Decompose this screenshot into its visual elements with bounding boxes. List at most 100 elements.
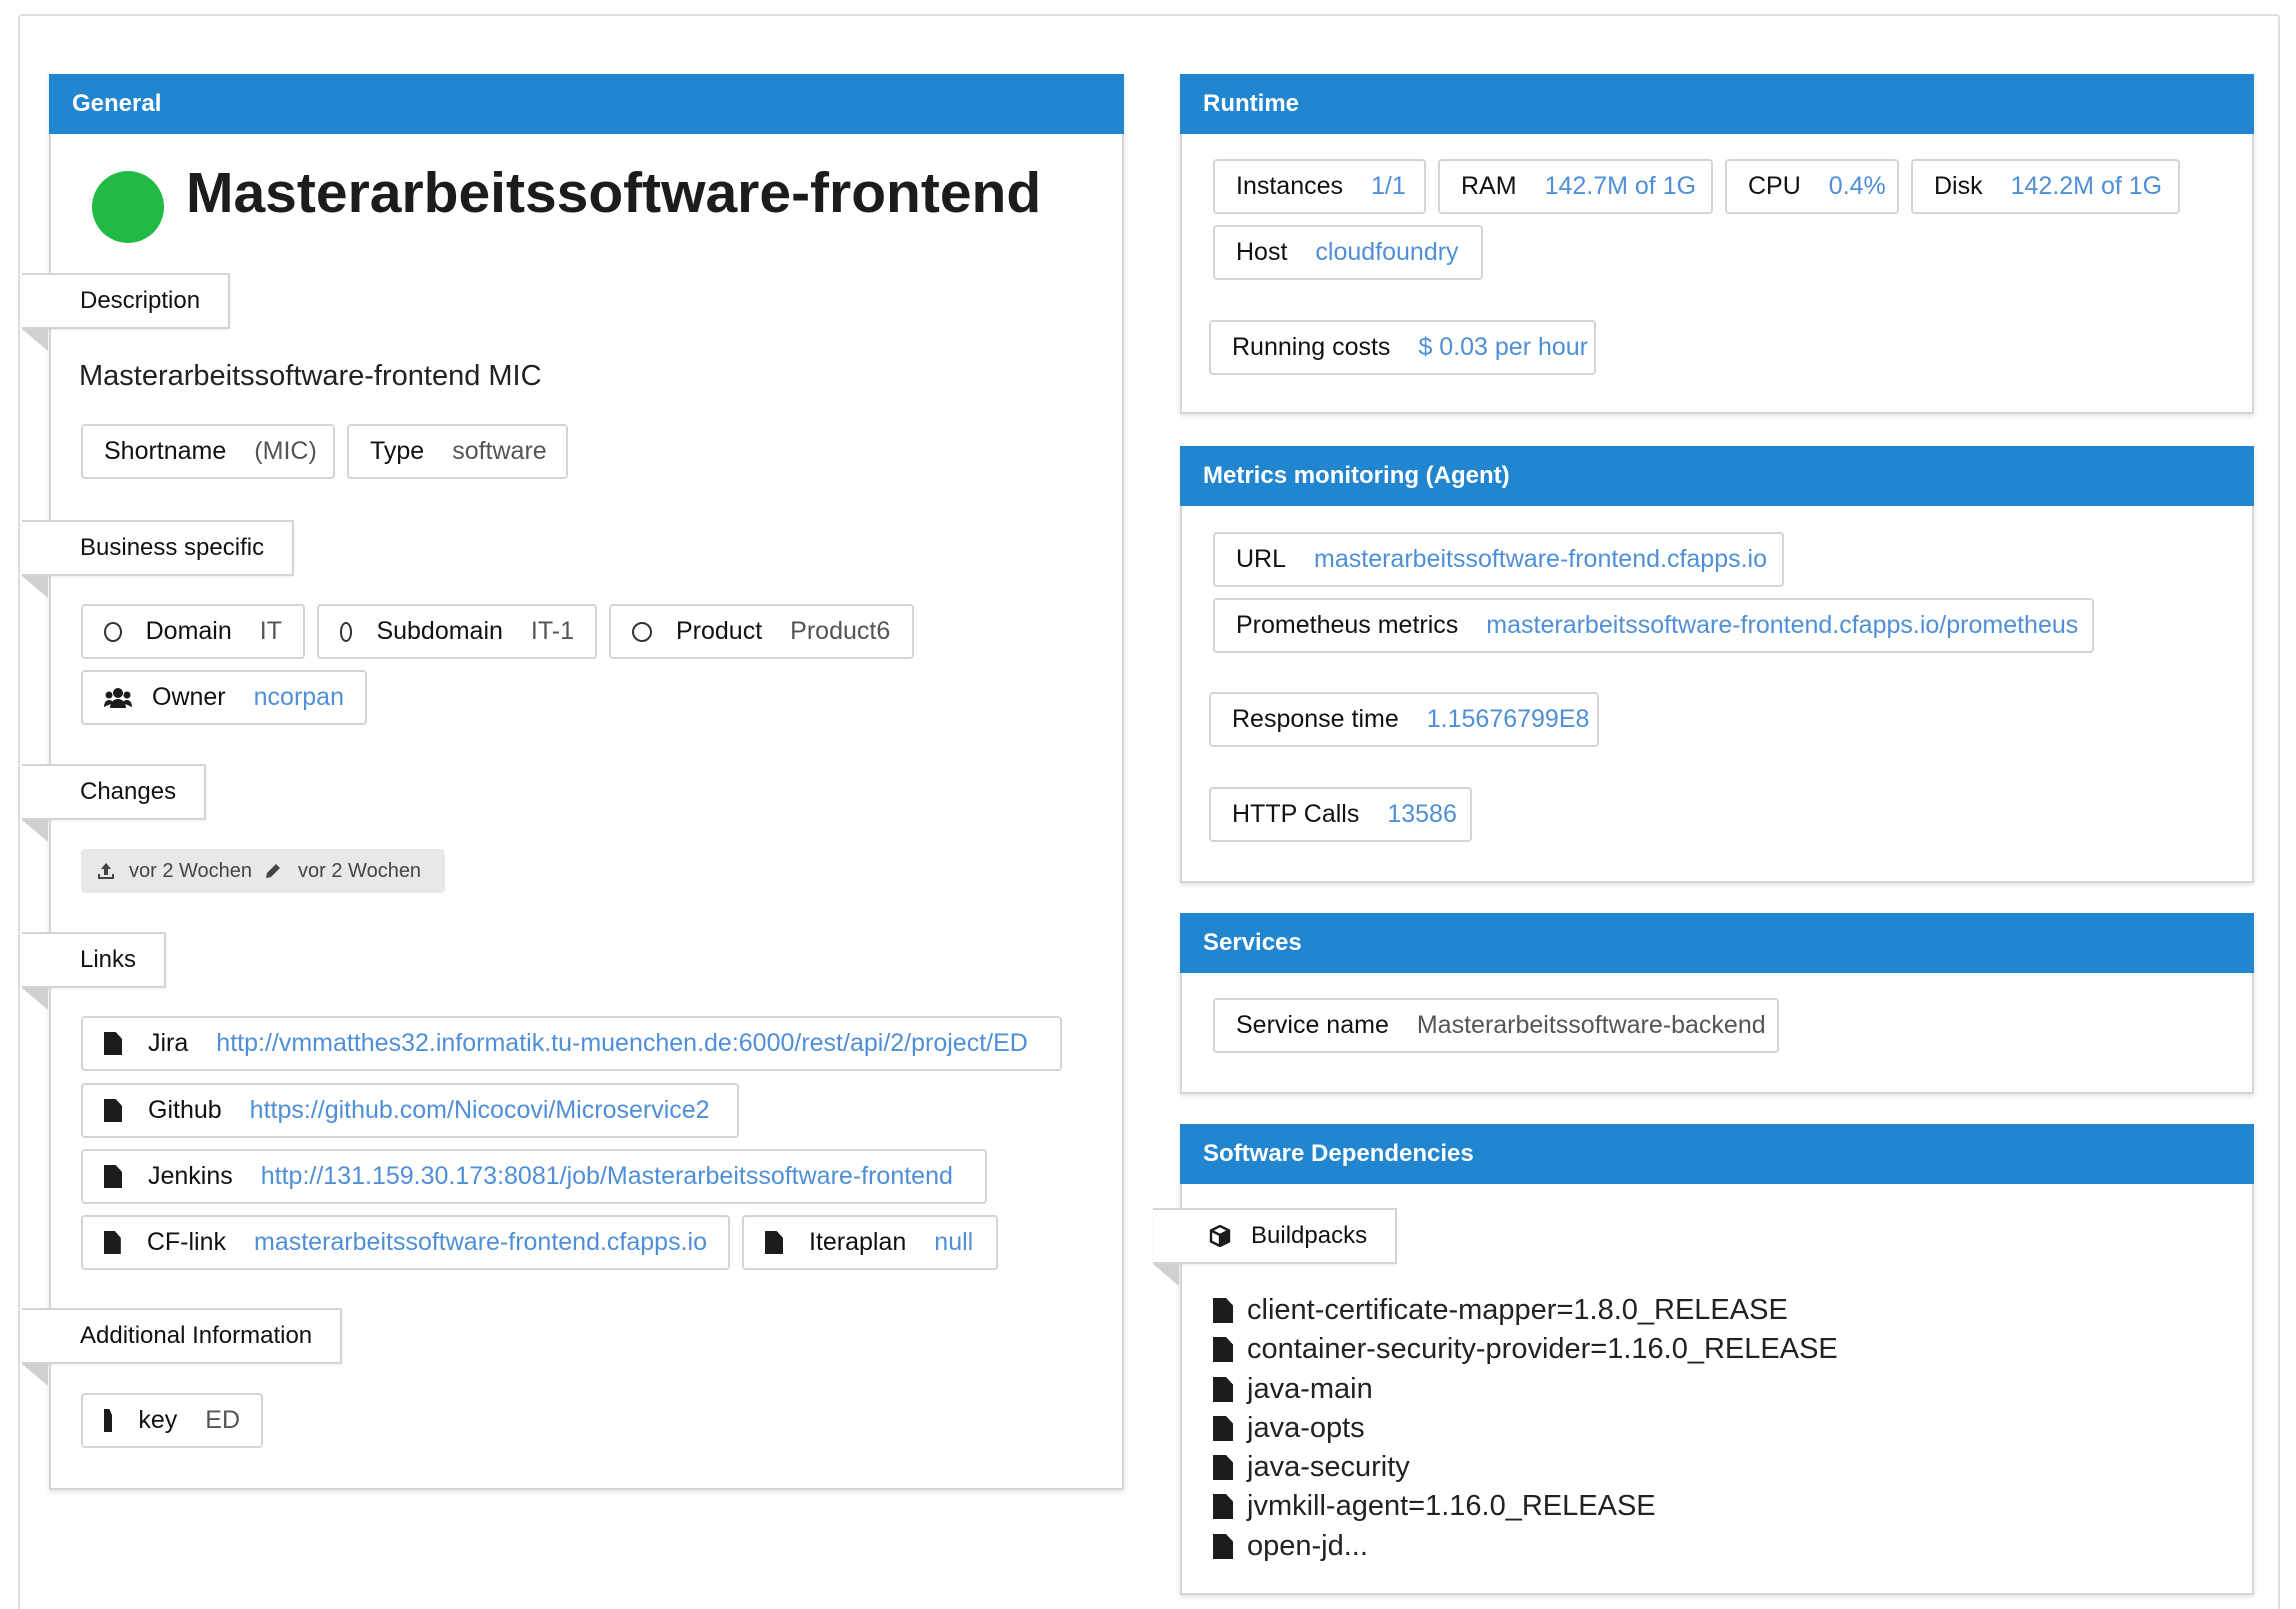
- http-calls-label: HTTP Calls 13586: [1209, 787, 1472, 842]
- cube-icon: [1209, 1225, 1231, 1247]
- links-label: Links: [80, 946, 137, 973]
- changes-label-box: vor 2 Wochen vor 2 Wochen: [81, 849, 445, 893]
- shortname-value: (MIC): [254, 437, 317, 465]
- ram-label: RAM 142.7M of 1G: [1438, 159, 1713, 214]
- owner-key: Owner: [152, 683, 226, 711]
- domain-key: Domain: [145, 617, 232, 645]
- response-time-label: Response time 1.15676799E8: [1209, 692, 1599, 747]
- url-key: URL: [1236, 545, 1287, 573]
- instances-value: 1/1: [1371, 172, 1406, 200]
- url-label: URL masterarbeitssoftware-frontend.cfapps…: [1213, 532, 1784, 587]
- file-icon: [1213, 1534, 1233, 1559]
- general-panel-header: General: [49, 74, 1124, 134]
- type-value: software: [452, 437, 547, 465]
- links-ribbon: Links: [22, 932, 167, 988]
- additional-key: key: [138, 1406, 178, 1434]
- changes-label: Changes: [80, 778, 177, 805]
- prometheus-label: Prometheus metrics masterarbeitssoftware-…: [1213, 598, 2094, 653]
- dependency-item: open-jd...: [1213, 1530, 1368, 1563]
- instances-key: Instances: [1236, 172, 1344, 200]
- running-costs-value: $ 0.03 per hour: [1418, 333, 1589, 361]
- link-jira-key: Jira: [148, 1029, 189, 1057]
- runtime-header-title: Runtime: [1203, 90, 1299, 117]
- circle-icon: [632, 621, 652, 642]
- link-cf-key: CF-link: [146, 1228, 226, 1256]
- upload-icon: [98, 863, 114, 879]
- file-icon: [1213, 1337, 1233, 1362]
- additional-ribbon: Additional Information: [22, 1308, 343, 1364]
- file-icon: [104, 1032, 122, 1055]
- link-iteraplan: Iteraplan null: [742, 1215, 998, 1270]
- disk-key: Disk: [1934, 172, 1983, 200]
- subdomain-label: Subdomain IT-1: [317, 604, 597, 659]
- description-text: Masterarbeitssoftware-frontend MIC: [79, 360, 542, 392]
- dependency-text: jvmkill-agent=1.16.0_RELEASE: [1247, 1490, 1656, 1522]
- dependency-item: java-main: [1213, 1373, 1373, 1406]
- buildpacks-ribbon: Buildpacks: [1153, 1208, 1398, 1264]
- ram-value: 142.7M of 1G: [1544, 172, 1697, 200]
- ram-key: RAM: [1461, 172, 1517, 200]
- owner-value[interactable]: ncorpan: [254, 683, 344, 712]
- services-header-title: Services: [1203, 929, 1302, 956]
- service-name-key: Service name: [1236, 1011, 1389, 1039]
- shortname-key: Shortname: [104, 437, 227, 465]
- link-iteraplan-url[interactable]: null: [934, 1228, 973, 1257]
- subdomain-key: Subdomain: [376, 617, 503, 645]
- type-label: Type software: [347, 424, 568, 479]
- additional-value: ED: [205, 1406, 240, 1434]
- link-cf-url[interactable]: masterarbeitssoftware-frontend.cfapps.io: [254, 1228, 707, 1257]
- metrics-header-title: Metrics monitoring (Agent): [1203, 462, 1510, 489]
- http-calls-value: 13586: [1387, 800, 1457, 828]
- file-icon: [1213, 1494, 1233, 1519]
- file-icon: [765, 1231, 783, 1254]
- disk-label: Disk 142.2M of 1G: [1911, 159, 2180, 214]
- file-icon: [1213, 1416, 1233, 1441]
- url-value[interactable]: masterarbeitssoftware-frontend.cfapps.io: [1314, 545, 1767, 574]
- file-icon: [104, 1231, 121, 1254]
- status-indicator: [92, 171, 164, 243]
- link-iteraplan-key: Iteraplan: [809, 1228, 907, 1256]
- link-jenkins-url[interactable]: http://131.159.30.173:8081/job/Masterarb…: [261, 1162, 953, 1191]
- host-value: cloudfoundry: [1315, 238, 1459, 266]
- shortname-label: Shortname (MIC): [81, 424, 335, 479]
- runtime-panel-header: Runtime: [1180, 74, 2254, 134]
- product-key: Product: [676, 617, 763, 645]
- cpu-value: 0.4%: [1828, 172, 1886, 200]
- circle-icon: [104, 621, 122, 642]
- owner-label: Owner ncorpan: [81, 670, 367, 725]
- file-icon: [1213, 1455, 1233, 1480]
- link-github-key: Github: [148, 1096, 222, 1124]
- link-cf: CF-link masterarbeitssoftware-frontend.cf…: [81, 1215, 730, 1270]
- subdomain-value: IT-1: [530, 617, 574, 645]
- http-calls-key: HTTP Calls: [1232, 800, 1360, 828]
- edited-time: vor 2 Wochen: [298, 859, 422, 882]
- link-github-url[interactable]: https://github.com/Nicocovi/Microservice…: [250, 1096, 710, 1125]
- host-key: Host: [1236, 238, 1288, 266]
- dependency-text: java-main: [1247, 1373, 1373, 1405]
- link-jenkins-key: Jenkins: [148, 1162, 233, 1190]
- link-github: Github https://github.com/Nicocovi/Micros…: [81, 1083, 739, 1138]
- file-icon: [104, 1099, 122, 1122]
- response-time-key: Response time: [1232, 705, 1399, 733]
- dependency-item: client-certificate-mapper=1.8.0_RELEASE: [1213, 1294, 1788, 1327]
- service-name-value: Masterarbeitssoftware-backend: [1416, 1011, 1766, 1039]
- product-value: Product6: [790, 617, 891, 645]
- business-ribbon: Business specific: [22, 520, 295, 576]
- dependencies-panel-header: Software Dependencies: [1180, 1124, 2254, 1184]
- changes-ribbon: Changes: [22, 764, 207, 820]
- response-time-value: 1.15676799E8: [1426, 705, 1590, 733]
- dependency-item: container-security-provider=1.16.0_RELEA…: [1213, 1333, 1838, 1366]
- dependency-text: client-certificate-mapper=1.8.0_RELEASE: [1247, 1294, 1788, 1326]
- dependency-text: java-security: [1247, 1451, 1410, 1483]
- dependency-text: java-opts: [1247, 1412, 1365, 1444]
- dependency-item: java-security: [1213, 1451, 1410, 1484]
- prometheus-value[interactable]: masterarbeitssoftware-frontend.cfapps.io…: [1486, 611, 2078, 640]
- metrics-panel-header: Metrics monitoring (Agent): [1180, 446, 2254, 506]
- link-jira-url[interactable]: http://vmmatthes32.informatik.tu-muenche…: [216, 1029, 1028, 1058]
- domain-label: Domain IT: [81, 604, 305, 659]
- running-costs-key: Running costs: [1232, 333, 1391, 361]
- dependencies-header-title: Software Dependencies: [1203, 1140, 1474, 1167]
- running-costs-label: Running costs $ 0.03 per hour: [1209, 320, 1596, 375]
- buildpacks-label: Buildpacks: [1251, 1222, 1368, 1249]
- service-name-label: Service name Masterarbeitssoftware-backen…: [1213, 998, 1779, 1053]
